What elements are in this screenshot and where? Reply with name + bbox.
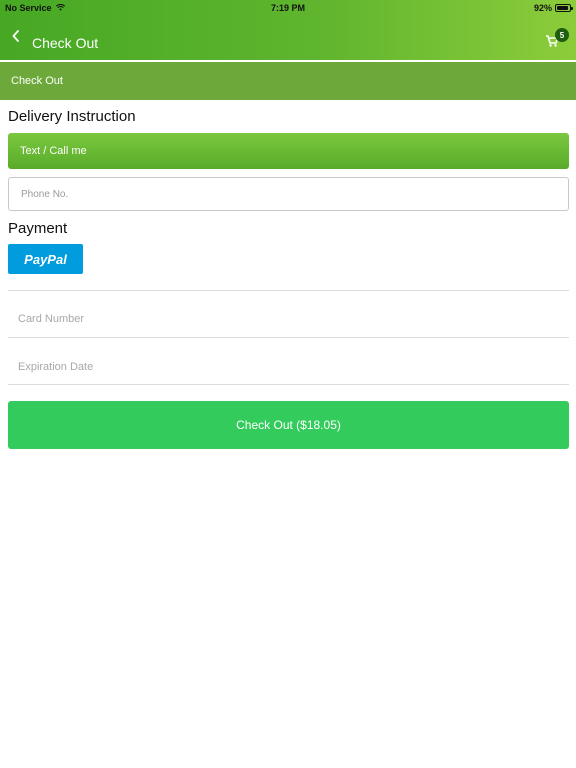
nav-bar: Check Out 5 [0,16,576,60]
chevron-left-icon [11,29,21,47]
divider [8,290,569,291]
page-title: Check Out [32,35,99,51]
paypal-label: PayPal [24,251,67,267]
cart-button[interactable]: 5 [545,28,571,52]
app-header: No Service 7:19 PM 92% Check Out 5 [0,0,576,60]
paypal-button[interactable]: PayPal [8,244,83,274]
sub-header-title: Check Out [11,75,63,87]
expiration-date-input[interactable] [8,347,569,387]
card-number-input[interactable] [8,299,569,339]
status-time: 7:19 PM [270,3,305,13]
battery-percent: 92% [533,3,552,13]
status-right: 92% [533,3,573,13]
divider [8,337,569,338]
cart-count-badge: 5 [555,28,569,42]
back-button[interactable] [6,28,26,48]
status-bar: No Service 7:19 PM 92% [0,0,576,16]
sub-header: Check Out [0,62,576,100]
delivery-instruction-heading: Delivery Instruction [8,108,136,125]
delivery-option-label: Text / Call me [20,145,87,157]
delivery-option-text-call[interactable]: Text / Call me [8,133,569,169]
phone-number-input[interactable] [8,177,569,211]
payment-heading: Payment [8,220,68,237]
battery-icon [555,4,573,12]
checkout-button[interactable]: Check Out ($18.05) [8,401,569,449]
divider [8,384,569,385]
checkout-button-label: Check Out ($18.05) [236,418,341,432]
battery-fill [557,6,569,10]
